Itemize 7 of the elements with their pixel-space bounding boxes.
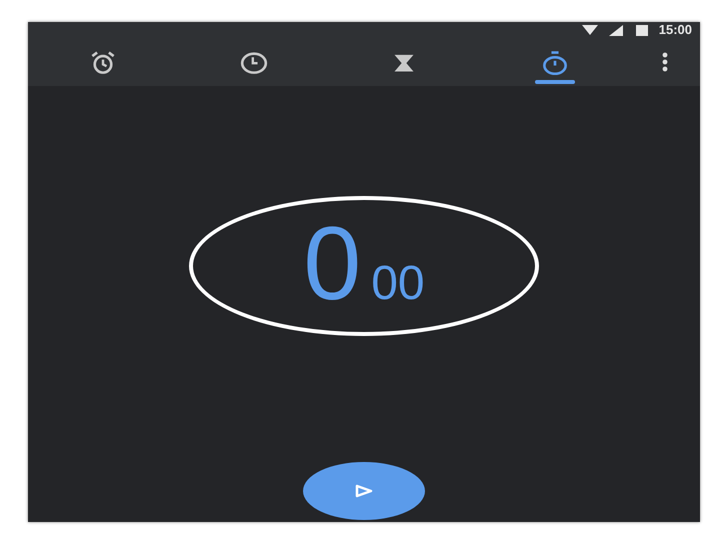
more-icon [662,52,668,72]
wifi-icon [580,24,599,36]
signal-icon [606,24,625,36]
seconds-text: 0 [303,205,362,324]
status-time: 15:00 [658,23,692,37]
play-icon [354,484,374,498]
hundredths-text: 00 [371,256,425,312]
